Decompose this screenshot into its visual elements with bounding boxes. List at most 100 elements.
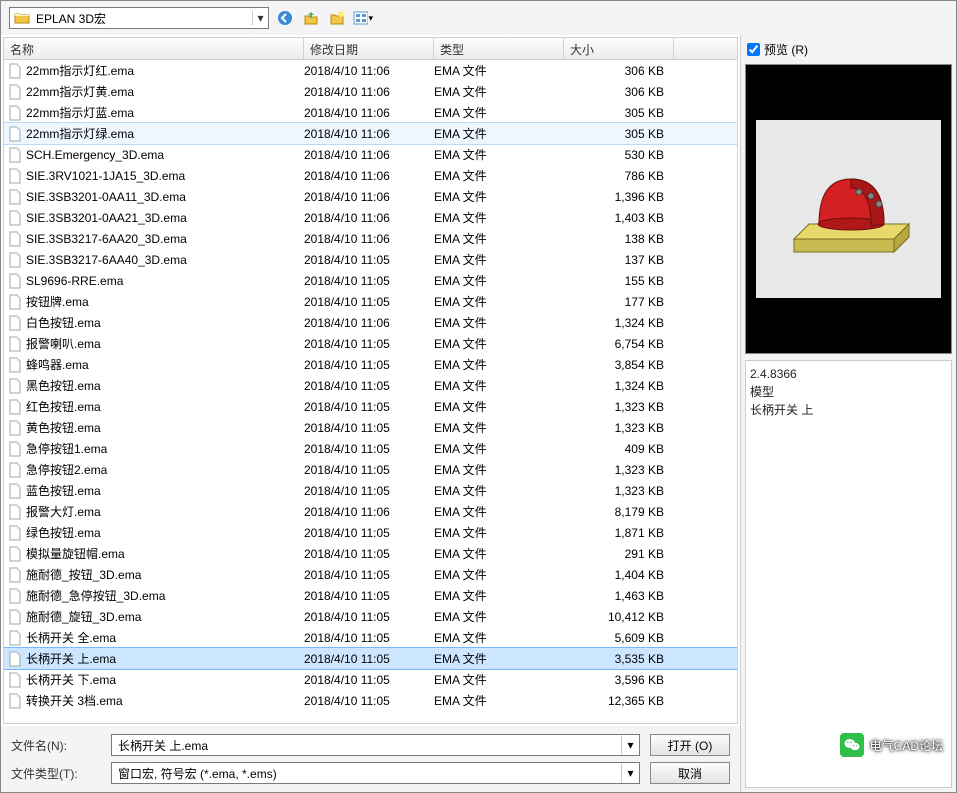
table-row[interactable]: 长柄开关 上.ema2018/4/10 11:05EMA 文件3,535 KB [4,648,737,669]
file-size: 1,404 KB [564,568,674,582]
file-type: EMA 文件 [434,608,564,625]
table-row[interactable]: 黄色按钮.ema2018/4/10 11:05EMA 文件1,323 KB [4,417,737,438]
table-row[interactable]: 长柄开关 下.ema2018/4/10 11:05EMA 文件3,596 KB [4,669,737,690]
cancel-button[interactable]: 取消 [650,762,730,784]
table-row[interactable]: SIE.3RV1021-1JA15_3D.ema2018/4/10 11:06E… [4,165,737,186]
column-type[interactable]: 类型 [434,38,564,59]
file-type: EMA 文件 [434,104,564,121]
column-headers[interactable]: 名称 修改日期 类型 大小 [4,38,737,60]
chevron-down-icon[interactable]: ▾ [621,763,639,783]
file-size: 155 KB [564,274,674,288]
filetype-label: 文件类型(T): [11,765,101,782]
file-list-pane: 名称 修改日期 类型 大小 22mm指示灯红.ema2018/4/10 11:0… [1,35,741,792]
preview-checkbox[interactable] [747,43,760,56]
table-row[interactable]: SL9696-RRE.ema2018/4/10 11:05EMA 文件155 K… [4,270,737,291]
table-row[interactable]: 模拟量旋钮帽.ema2018/4/10 11:05EMA 文件291 KB [4,543,737,564]
file-name: 22mm指示灯绿.ema [26,125,134,142]
file-size: 138 KB [564,232,674,246]
table-row[interactable]: 黑色按钮.ema2018/4/10 11:05EMA 文件1,324 KB [4,375,737,396]
file-name: 蓝色按钮.ema [26,482,101,499]
file-name: 转换开关 3档.ema [26,692,123,709]
file-type: EMA 文件 [434,272,564,289]
file-type: EMA 文件 [434,251,564,268]
file-size: 1,323 KB [564,463,674,477]
chevron-down-icon[interactable]: ▾ [621,735,639,755]
file-size: 1,871 KB [564,526,674,540]
open-button[interactable]: 打开 (O) [650,734,730,756]
table-row[interactable]: SCH.Emergency_3D.ema2018/4/10 11:06EMA 文… [4,144,737,165]
file-name: 绿色按钮.ema [26,524,101,541]
file-date: 2018/4/10 11:05 [304,547,434,561]
file-type: EMA 文件 [434,62,564,79]
table-row[interactable]: 22mm指示灯蓝.ema2018/4/10 11:06EMA 文件305 KB [4,102,737,123]
file-icon [8,84,22,100]
views-button[interactable]: ▾ [353,8,373,28]
chevron-down-icon[interactable]: ▾ [252,11,268,25]
folder-label: EPLAN 3D宏 [34,10,252,27]
filename-field[interactable]: ▾ [111,734,640,756]
file-name: 模拟量旋钮帽.ema [26,545,125,562]
table-row[interactable]: 蓝色按钮.ema2018/4/10 11:05EMA 文件1,323 KB [4,480,737,501]
table-row[interactable]: 转换开关 3档.ema2018/4/10 11:05EMA 文件12,365 K… [4,690,737,711]
file-size: 1,323 KB [564,421,674,435]
table-row[interactable]: 长柄开关 全.ema2018/4/10 11:05EMA 文件5,609 KB [4,627,737,648]
new-folder-button[interactable] [327,8,347,28]
file-icon [8,231,22,247]
table-row[interactable]: 按钮牌.ema2018/4/10 11:05EMA 文件177 KB [4,291,737,312]
table-row[interactable]: SIE.3SB3217-6AA20_3D.ema2018/4/10 11:06E… [4,228,737,249]
filetype-field[interactable]: ▾ [111,762,640,784]
table-row[interactable]: SIE.3SB3201-0AA11_3D.ema2018/4/10 11:06E… [4,186,737,207]
file-icon [8,588,22,604]
table-row[interactable]: 施耐德_按钮_3D.ema2018/4/10 11:05EMA 文件1,404 … [4,564,737,585]
file-type: EMA 文件 [434,503,564,520]
file-type: EMA 文件 [434,146,564,163]
file-icon [8,609,22,625]
file-icon [8,105,22,121]
file-name: SCH.Emergency_3D.ema [26,148,164,162]
file-name: SIE.3SB3217-6AA40_3D.ema [26,253,187,267]
file-size: 12,365 KB [564,694,674,708]
back-button[interactable] [275,8,295,28]
file-type: EMA 文件 [434,335,564,352]
file-icon [8,168,22,184]
table-row[interactable]: 报警大灯.ema2018/4/10 11:06EMA 文件8,179 KB [4,501,737,522]
table-row[interactable]: 22mm指示灯红.ema2018/4/10 11:06EMA 文件306 KB [4,60,737,81]
table-row[interactable]: 白色按钮.ema2018/4/10 11:06EMA 文件1,324 KB [4,312,737,333]
table-row[interactable]: SIE.3SB3217-6AA40_3D.ema2018/4/10 11:05E… [4,249,737,270]
file-size: 1,463 KB [564,589,674,603]
column-name[interactable]: 名称 [4,38,304,59]
file-icon [8,252,22,268]
table-row[interactable]: 报警喇叭.ema2018/4/10 11:05EMA 文件6,754 KB [4,333,737,354]
file-type: EMA 文件 [434,356,564,373]
column-date[interactable]: 修改日期 [304,38,434,59]
file-size: 1,324 KB [564,316,674,330]
folder-dropdown[interactable]: EPLAN 3D宏 ▾ [9,7,269,29]
table-row[interactable]: 红色按钮.ema2018/4/10 11:05EMA 文件1,323 KB [4,396,737,417]
column-size[interactable]: 大小 [564,38,674,59]
table-row[interactable]: 急停按钮2.ema2018/4/10 11:05EMA 文件1,323 KB [4,459,737,480]
file-date: 2018/4/10 11:05 [304,694,434,708]
file-icon [8,189,22,205]
preview-viewport[interactable] [745,64,952,354]
table-row[interactable]: 蜂鸣器.ema2018/4/10 11:05EMA 文件3,854 KB [4,354,737,375]
file-icon [8,378,22,394]
table-row[interactable]: 绿色按钮.ema2018/4/10 11:05EMA 文件1,871 KB [4,522,737,543]
file-size: 409 KB [564,442,674,456]
file-icon [8,147,22,163]
up-button[interactable] [301,8,321,28]
filetype-input[interactable] [112,763,621,783]
table-row[interactable]: 急停按钮1.ema2018/4/10 11:05EMA 文件409 KB [4,438,737,459]
table-row[interactable]: 22mm指示灯绿.ema2018/4/10 11:06EMA 文件305 KB [4,123,737,144]
file-date: 2018/4/10 11:05 [304,295,434,309]
file-date: 2018/4/10 11:05 [304,484,434,498]
table-row[interactable]: SIE.3SB3201-0AA21_3D.ema2018/4/10 11:06E… [4,207,737,228]
file-list[interactable]: 名称 修改日期 类型 大小 22mm指示灯红.ema2018/4/10 11:0… [3,37,738,724]
table-row[interactable]: 施耐德_急停按钮_3D.ema2018/4/10 11:05EMA 文件1,46… [4,585,737,606]
file-name: 蜂鸣器.ema [26,356,89,373]
file-name: 黄色按钮.ema [26,419,101,436]
filename-input[interactable] [112,735,621,755]
file-name: 22mm指示灯蓝.ema [26,104,134,121]
table-row[interactable]: 施耐德_旋钮_3D.ema2018/4/10 11:05EMA 文件10,412… [4,606,737,627]
file-type: EMA 文件 [434,167,564,184]
table-row[interactable]: 22mm指示灯黄.ema2018/4/10 11:06EMA 文件306 KB [4,81,737,102]
